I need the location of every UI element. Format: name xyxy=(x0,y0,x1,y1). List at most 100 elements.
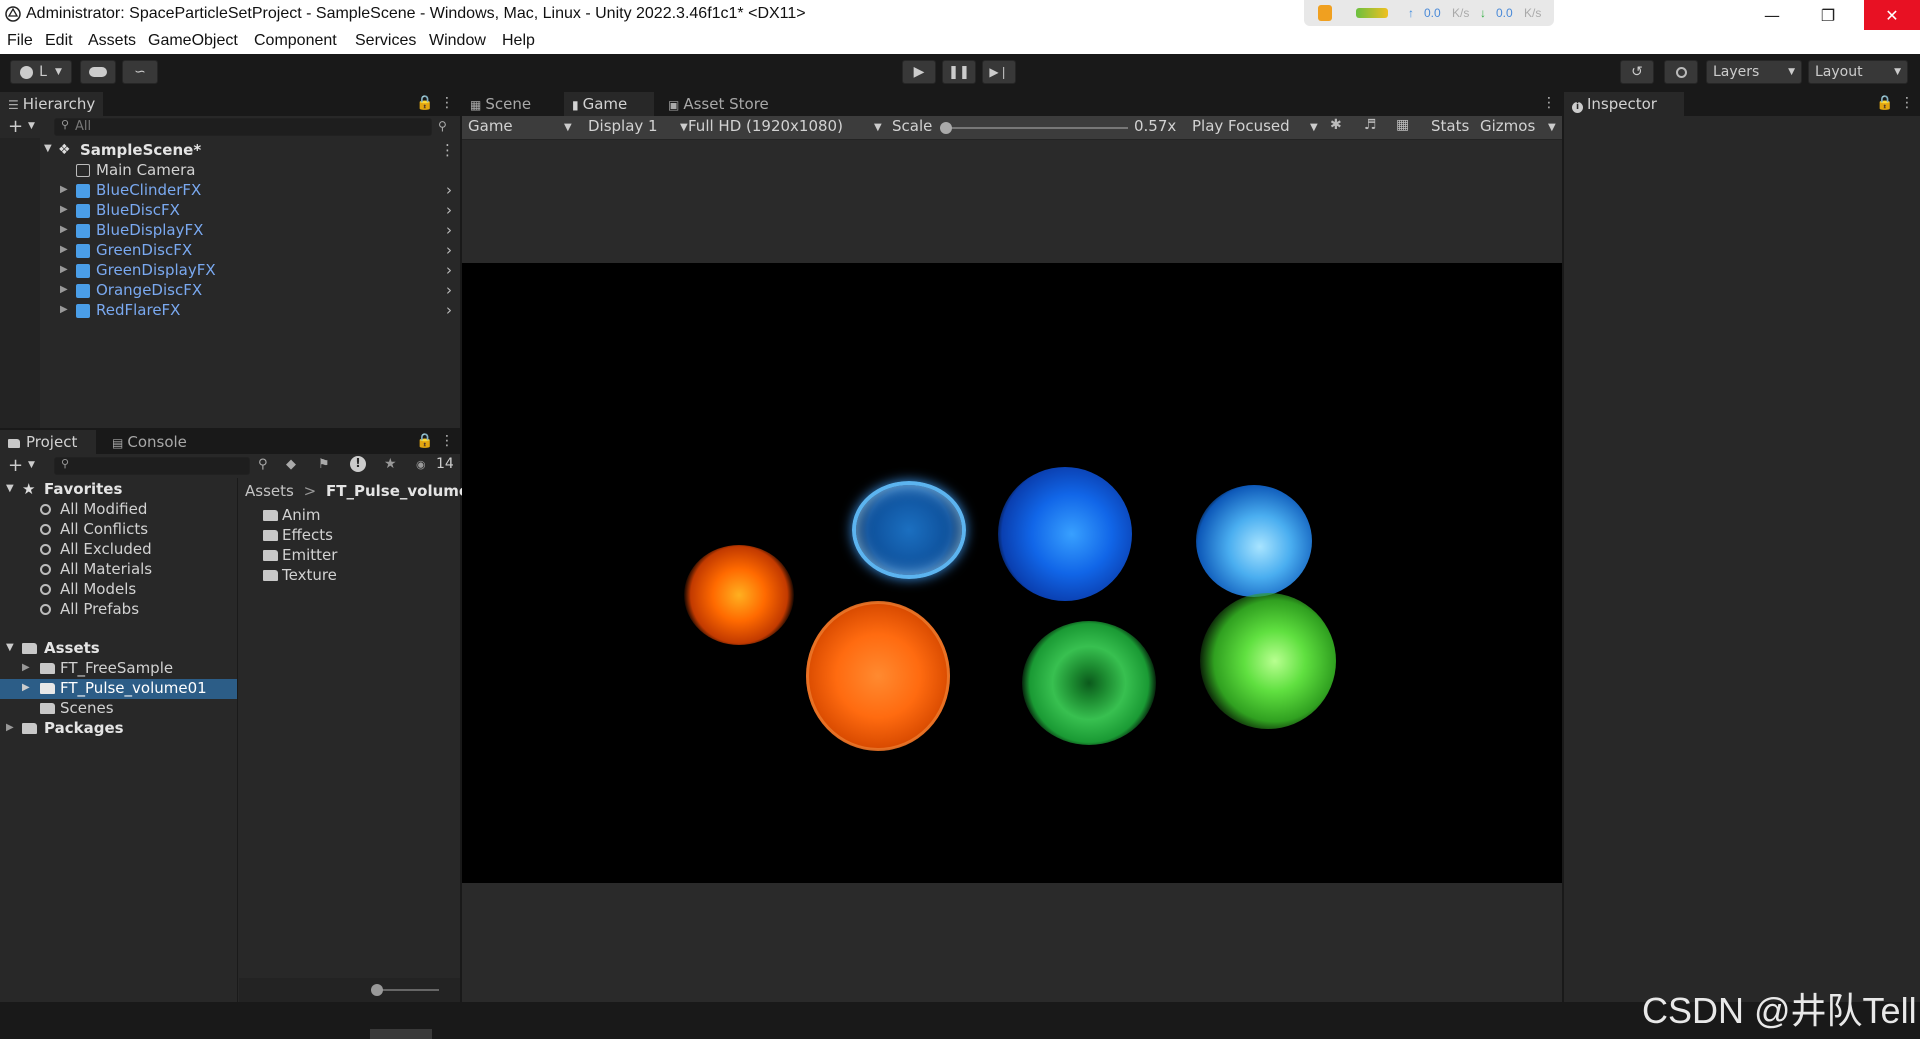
kebab-menu-icon[interactable]: ⋮ xyxy=(1542,95,1556,111)
scene-search-icon[interactable]: ⚲ xyxy=(438,119,447,133)
scene-row[interactable]: ▼ ❖ SampleScene* ⋮ xyxy=(0,141,460,161)
breadcrumb-assets[interactable]: Assets xyxy=(245,482,294,500)
content-folder-texture[interactable]: Texture xyxy=(239,566,460,586)
expand-arrow-icon[interactable]: ▶ xyxy=(6,722,14,733)
lock-icon[interactable]: 🔒 xyxy=(416,95,433,111)
asset-folder-ft-freesample[interactable]: ▶ FT_FreeSample xyxy=(0,659,237,679)
game-mode-dropdown[interactable]: Game ▼ xyxy=(468,117,576,139)
scale-slider-handle[interactable] xyxy=(940,122,952,134)
expand-arrow-icon[interactable]: ▶ xyxy=(22,682,30,693)
expand-arrow-icon[interactable]: ▼ xyxy=(6,483,14,494)
expand-arrow-icon[interactable]: ▶ xyxy=(60,304,68,315)
star-icon[interactable]: ★ xyxy=(384,456,397,472)
restore-button[interactable]: ❐ xyxy=(1800,0,1856,30)
play-button[interactable]: ▶ xyxy=(902,60,936,84)
filter-type-icon[interactable]: ◆ xyxy=(286,457,296,472)
menu-gameobject[interactable]: GameObject xyxy=(148,32,238,50)
warning-icon[interactable]: ! xyxy=(350,456,366,472)
chevron-down-icon[interactable]: ▼ xyxy=(28,460,35,470)
expand-arrow-icon[interactable]: ▶ xyxy=(60,224,68,235)
gizmos-button[interactable]: Gizmos xyxy=(1480,117,1535,135)
project-search-input[interactable]: ⚲ xyxy=(54,457,250,475)
expand-arrow-icon[interactable]: ▶ xyxy=(60,284,68,295)
label-tag-icon[interactable]: ⚑ xyxy=(318,457,330,472)
zoom-slider-track[interactable] xyxy=(375,989,439,991)
favorites-row[interactable]: ▼ ★ Favorites xyxy=(0,480,237,500)
layers-dropdown[interactable]: Layers ▼ xyxy=(1706,60,1802,84)
packages-row[interactable]: ▶ Packages xyxy=(0,719,237,739)
favorite-all-modified[interactable]: All Modified xyxy=(0,500,237,520)
menu-window[interactable]: Window xyxy=(429,32,486,50)
kebab-menu-icon[interactable]: ⋮ xyxy=(440,433,454,449)
expand-arrow-icon[interactable]: ▶ xyxy=(22,662,30,673)
favorite-all-materials[interactable]: All Materials xyxy=(0,560,237,580)
favorite-all-prefabs[interactable]: All Prefabs xyxy=(0,600,237,620)
expand-arrow-icon[interactable]: ▼ xyxy=(6,642,14,653)
chevron-right-icon[interactable]: › xyxy=(446,201,452,219)
expand-arrow-icon[interactable]: ▼ xyxy=(44,143,52,154)
chevron-right-icon[interactable]: › xyxy=(446,241,452,259)
zoom-slider-handle[interactable] xyxy=(371,984,383,996)
lock-icon[interactable]: 🔒 xyxy=(416,433,433,449)
stats-button[interactable]: Stats xyxy=(1431,117,1469,135)
hierarchy-item-bluedisplayfx[interactable]: ▶ BlueDisplayFX › xyxy=(0,221,460,241)
favorite-all-models[interactable]: All Models xyxy=(0,580,237,600)
assets-row[interactable]: ▼ Assets xyxy=(0,639,237,659)
tab-project[interactable]: Project xyxy=(0,430,96,454)
minimize-button[interactable]: — xyxy=(1744,0,1800,30)
asset-folder-scenes[interactable]: Scenes xyxy=(0,699,237,719)
chevron-right-icon[interactable]: › xyxy=(446,221,452,239)
menu-edit[interactable]: Edit xyxy=(45,32,73,50)
menu-component[interactable]: Component xyxy=(254,32,337,50)
step-button[interactable]: ▶❘ xyxy=(982,60,1016,84)
chevron-right-icon[interactable]: › xyxy=(446,181,452,199)
favorite-all-excluded[interactable]: All Excluded xyxy=(0,540,237,560)
close-button[interactable]: ✕ xyxy=(1864,0,1920,30)
menu-help[interactable]: Help xyxy=(502,32,535,50)
tab-game[interactable]: ▮ Game xyxy=(564,92,654,116)
content-folder-effects[interactable]: Effects xyxy=(239,526,460,546)
hierarchy-item-orangediscfx[interactable]: ▶ OrangeDiscFX › xyxy=(0,281,460,301)
layout-dropdown[interactable]: Layout ▼ xyxy=(1808,60,1908,84)
expand-arrow-icon[interactable]: ▶ xyxy=(60,184,68,195)
tab-scene[interactable]: ▦ Scene xyxy=(462,92,552,116)
resolution-dropdown[interactable]: Full HD (1920x1080) ▼ xyxy=(688,117,886,139)
eye-icon[interactable]: ◉ xyxy=(416,458,426,471)
chevron-right-icon[interactable]: › xyxy=(446,261,452,279)
add-icon[interactable]: + xyxy=(8,116,23,137)
menu-assets[interactable]: Assets xyxy=(88,32,136,50)
history-button[interactable]: ↺ xyxy=(1620,60,1654,84)
add-icon[interactable]: + xyxy=(8,455,23,476)
hierarchy-item-bluediscfx[interactable]: ▶ BlueDiscFX › xyxy=(0,201,460,221)
account-dropdown[interactable]: L ▼ xyxy=(10,60,72,84)
search-button[interactable] xyxy=(1664,60,1698,84)
game-viewport[interactable] xyxy=(462,263,1562,883)
hierarchy-item-greendiscfx[interactable]: ▶ GreenDiscFX › xyxy=(0,241,460,261)
speaker-icon[interactable]: ♬ xyxy=(1364,117,1377,133)
collab-button[interactable]: ∽ xyxy=(122,60,158,84)
menu-file[interactable]: File xyxy=(7,32,33,50)
tab-console[interactable]: ▤ Console xyxy=(104,430,200,454)
chevron-down-icon[interactable]: ▼ xyxy=(1548,122,1556,133)
hierarchy-item-greendisplayfx[interactable]: ▶ GreenDisplayFX › xyxy=(0,261,460,281)
chevron-right-icon[interactable]: › xyxy=(446,281,452,299)
kebab-menu-icon[interactable]: ⋮ xyxy=(440,141,455,159)
expand-arrow-icon[interactable]: ▶ xyxy=(60,204,68,215)
scale-slider-track[interactable] xyxy=(946,127,1128,129)
pause-button[interactable]: ❚❚ xyxy=(942,60,976,84)
expand-arrow-icon[interactable]: ▶ xyxy=(60,264,68,275)
chevron-right-icon[interactable]: › xyxy=(446,301,452,319)
hierarchy-item-blueclinderfx[interactable]: ▶ BlueClinderFX › xyxy=(0,181,460,201)
content-folder-emitter[interactable]: Emitter xyxy=(239,546,460,566)
asset-folder-ft-pulse-volume01[interactable]: ▶ FT_Pulse_volume01 xyxy=(0,679,237,699)
display-dropdown[interactable]: Display 1 ▼ xyxy=(588,117,692,139)
search-scope-icon[interactable]: ⚲ xyxy=(258,457,268,472)
keyboard-icon[interactable]: ▦ xyxy=(1396,117,1409,133)
tab-hierarchy[interactable]: ☰ Hierarchy xyxy=(0,92,104,116)
tab-inspector[interactable]: i Inspector xyxy=(1564,92,1684,116)
play-focused-dropdown[interactable]: Play Focused ▼ xyxy=(1192,117,1322,139)
menu-services[interactable]: Services xyxy=(355,32,416,50)
chevron-down-icon[interactable]: ▼ xyxy=(28,121,35,131)
kebab-menu-icon[interactable]: ⋮ xyxy=(1900,95,1914,111)
expand-arrow-icon[interactable]: ▶ xyxy=(60,244,68,255)
